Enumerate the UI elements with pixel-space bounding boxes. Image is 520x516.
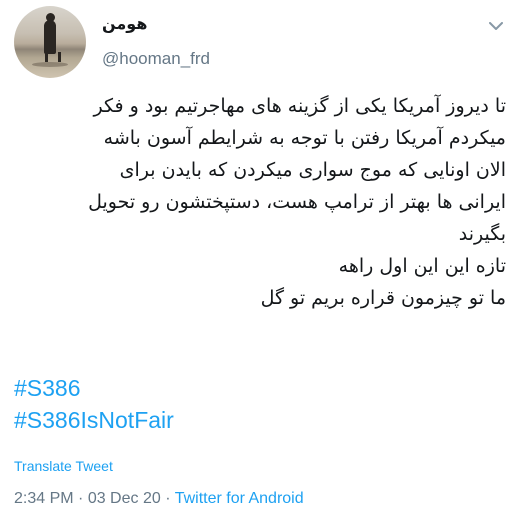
tweet-text-line: تازه این این اول راهه [338, 255, 506, 277]
tweet-source-link[interactable]: Twitter for Android [175, 490, 304, 507]
tweet-date[interactable]: 03 Dec 20 [88, 490, 161, 507]
avatar[interactable] [14, 6, 86, 78]
tweet-text-line: تا دیروز آمریکا یکی از گزینه های مهاجرتی… [93, 95, 506, 117]
tweet-text-line: ما تو چیزمون قراره بریم تو گل [260, 287, 506, 309]
chevron-down-icon [489, 21, 503, 30]
avatar-figure-body [44, 20, 56, 54]
tweet-header: هومن @hooman_frd [14, 6, 506, 78]
avatar-figure-shadow [32, 62, 68, 67]
meta-separator: · [160, 490, 175, 507]
hashtags: #S386 #S386IsNotFair [14, 372, 174, 436]
avatar-figure-legs [45, 52, 61, 62]
translate-tweet-link[interactable]: Translate Tweet [14, 458, 113, 474]
tweet-text-line: میکردم آمریکا رفتن با توجه به شرایطم آسو… [103, 127, 506, 149]
tweet-meta: 2:34 PM · 03 Dec 20 · Twitter for Androi… [14, 490, 304, 508]
tweet-text-line: ایرانی ها بهتر از ترامپ هست، دستپختشون ر… [88, 191, 506, 213]
author-name[interactable]: هومن [102, 14, 147, 33]
hashtag-link[interactable]: #S386IsNotFair [14, 404, 174, 436]
tweet-time[interactable]: 2:34 PM [14, 490, 74, 507]
tweet-text-line: بگیرند [458, 223, 506, 245]
tweet-card: هومن @hooman_frd تا دیروز آمریکا یکی از … [0, 0, 520, 516]
tweet-menu-button[interactable] [486, 18, 506, 34]
tweet-text: تا دیروز آمریکا یکی از گزینه های مهاجرتی… [14, 90, 506, 314]
meta-separator: · [73, 490, 88, 507]
hashtag-link[interactable]: #S386 [14, 372, 174, 404]
tweet-text-line: الان اونایی که موج سواری میکردن که بایدن… [119, 159, 506, 181]
author-handle[interactable]: @hooman_frd [102, 49, 210, 69]
